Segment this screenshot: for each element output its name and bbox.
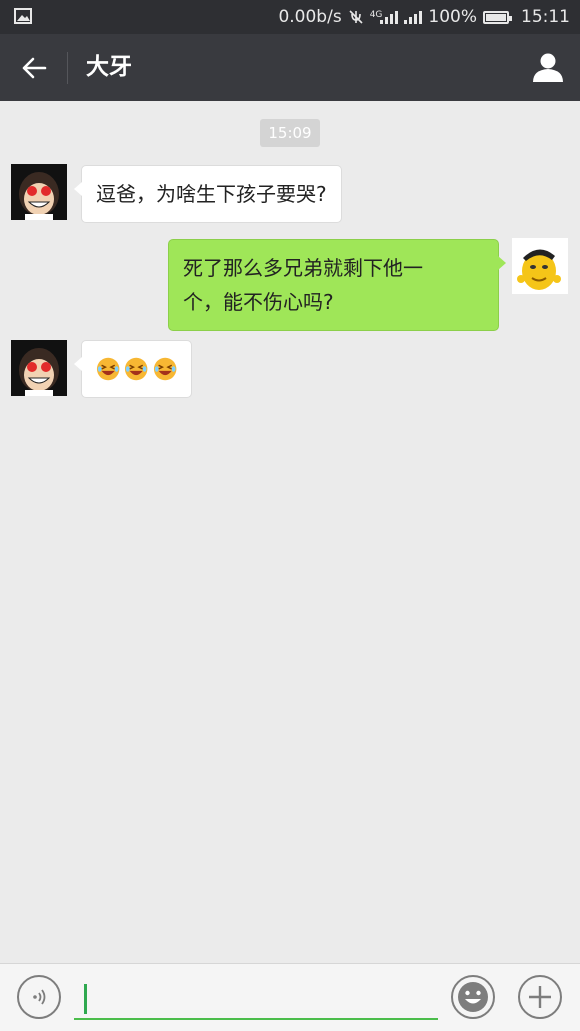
more-button[interactable]: [518, 975, 562, 1019]
laughing-emoji: [125, 357, 148, 381]
message-text: 逗爸，为啥生下孩子要哭?: [96, 182, 327, 206]
chat-info-button[interactable]: [530, 48, 566, 86]
received-message[interactable]: [74, 340, 192, 398]
sender-avatar[interactable]: [11, 340, 67, 396]
monkey-avatar: [11, 164, 67, 220]
network-type: 4G: [369, 10, 383, 20]
page-title: 大牙: [86, 54, 132, 80]
sender-avatar[interactable]: [11, 164, 67, 220]
emoji-row: [96, 352, 177, 386]
message-text-line: 个，能不伤心吗?: [183, 290, 334, 314]
voice-button[interactable]: [17, 975, 61, 1019]
signal-icon: [380, 10, 399, 24]
status-bar: 0.00b/s 4G 100% 15:11: [0, 0, 580, 34]
input-bar: [0, 963, 580, 1031]
smiley-icon: [458, 982, 488, 1012]
text-cursor: [84, 984, 87, 1014]
my-avatar[interactable]: [512, 238, 568, 294]
cartoon-face-avatar: [512, 238, 568, 294]
net-speed: 0.00b/s: [278, 7, 342, 27]
image-icon: [14, 8, 32, 24]
message-timestamp: 15:09: [260, 119, 320, 147]
clock: 15:11: [521, 7, 570, 27]
received-message[interactable]: 逗爸，为啥生下孩子要哭?: [74, 165, 342, 223]
chat-area[interactable]: 15:09 逗爸，为啥生下孩子要哭? 死了那么多兄弟就剩下他一 个，能不伤心吗?: [0, 101, 580, 963]
plus-icon: [529, 986, 551, 1008]
laughing-emoji: [96, 357, 120, 381]
voice-icon: [33, 989, 46, 1005]
title-bar: 大牙: [0, 34, 580, 101]
emoji-button[interactable]: [451, 975, 495, 1019]
person-icon: [533, 53, 563, 82]
message-input[interactable]: [74, 976, 438, 1020]
battery-percent: 100%: [428, 7, 477, 27]
status-indicators: 0.00b/s 4G 100% 15:11: [278, 0, 570, 34]
laughing-emoji: [153, 357, 177, 381]
sent-message[interactable]: 死了那么多兄弟就剩下他一 个，能不伤心吗?: [168, 239, 506, 331]
message-text-line: 死了那么多兄弟就剩下他一: [183, 256, 423, 280]
signal-icon: [404, 10, 423, 24]
monkey-avatar: [11, 340, 67, 396]
battery-icon: [483, 10, 512, 24]
mute-icon: [349, 10, 363, 24]
back-button[interactable]: [14, 50, 54, 86]
divider: [67, 52, 68, 84]
arrow-left-icon: [22, 57, 47, 79]
